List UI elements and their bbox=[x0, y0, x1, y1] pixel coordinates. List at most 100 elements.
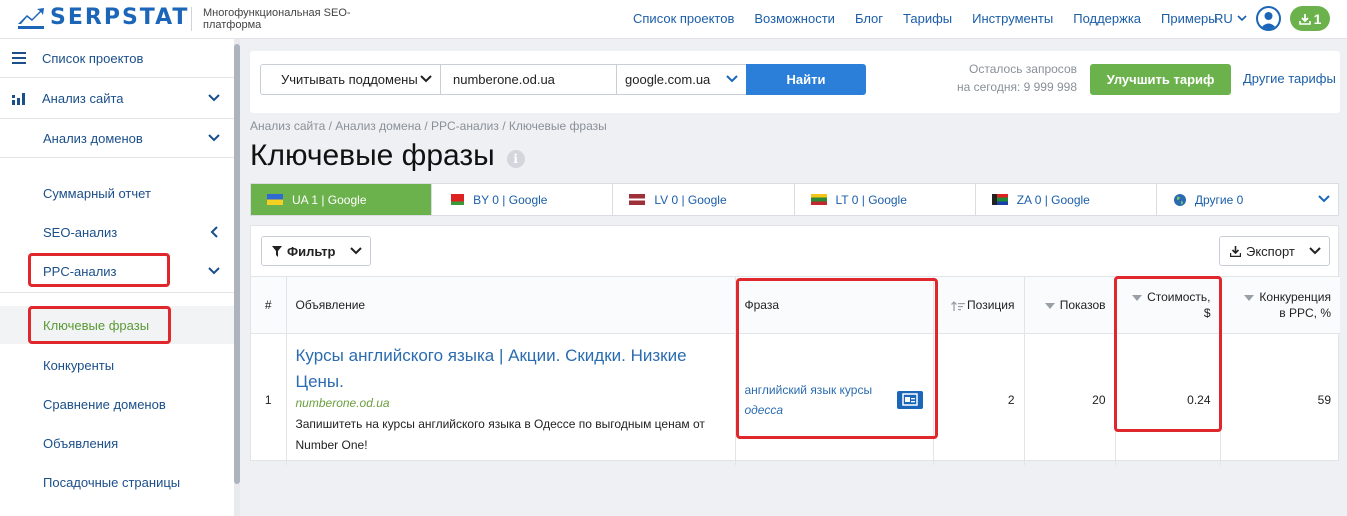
chevron-down-icon bbox=[1237, 15, 1247, 22]
tab-lv[interactable]: LV 0 | Google bbox=[613, 184, 795, 215]
chevron-down-icon bbox=[1318, 195, 1330, 203]
breadcrumb: Анализ сайта / Анализ домена / PPC-анали… bbox=[250, 119, 607, 133]
sidebar-item-projects[interactable]: Список проектов bbox=[0, 48, 234, 68]
flag-by-icon bbox=[448, 194, 465, 205]
col-position-label: Позиция bbox=[967, 298, 1015, 312]
nav-examples[interactable]: Примеры bbox=[1161, 11, 1218, 26]
col-competition[interactable]: Конкуренция в PPC, % bbox=[1220, 276, 1340, 334]
chevron-down-icon bbox=[208, 267, 220, 275]
tab-label: ZA 0 | Google bbox=[1016, 192, 1090, 207]
export-button[interactable]: Экспорт bbox=[1219, 236, 1330, 266]
subdomains-select[interactable]: Учитывать поддомены bbox=[260, 64, 441, 95]
sidebar-item-ads[interactable]: Объявления bbox=[0, 433, 234, 453]
tab-by[interactable]: BY 0 | Google bbox=[432, 184, 614, 215]
cell-competition: 59 bbox=[1220, 333, 1340, 465]
logo-mark-icon bbox=[18, 8, 44, 29]
col-num: # bbox=[251, 276, 287, 334]
analytics-icon bbox=[12, 93, 25, 105]
tab-ua[interactable]: UA 1 | Google bbox=[251, 184, 433, 215]
cell-position: 2 bbox=[933, 333, 1025, 465]
chevron-down-icon bbox=[726, 75, 738, 83]
download-icon bbox=[1298, 13, 1311, 25]
search-engine-value: google.com.ua bbox=[625, 72, 711, 87]
col-competition-label-1: Конкуренция bbox=[1221, 289, 1331, 305]
cell-num: 1 bbox=[251, 333, 287, 465]
subdomains-label: Учитывать поддомены bbox=[281, 72, 418, 87]
downloads-button[interactable]: 1 bbox=[1290, 6, 1330, 31]
sidebar-item-label: Суммарный отчет bbox=[43, 185, 151, 201]
tagline: Многофункциональная SEO-платформа bbox=[203, 7, 351, 31]
divider bbox=[0, 118, 234, 119]
nav-blog[interactable]: Блог bbox=[855, 11, 883, 26]
nav-tools[interactable]: Инструменты bbox=[972, 11, 1053, 26]
serpstat-logo[interactable]: SERPSTAT bbox=[18, 7, 189, 29]
highlight-keywords bbox=[28, 306, 171, 344]
language-selector[interactable]: RU bbox=[1214, 11, 1247, 26]
tab-label: BY 0 | Google bbox=[473, 192, 548, 207]
top-bar: SERPSTAT Многофункциональная SEO-платфор… bbox=[0, 0, 1347, 39]
nav-support[interactable]: Поддержка bbox=[1073, 11, 1141, 26]
col-position[interactable]: Позиция bbox=[933, 276, 1025, 334]
language-label: RU bbox=[1214, 11, 1233, 26]
filter-icon bbox=[272, 245, 282, 257]
search-bar: Учитывать поддомены numberone.od.ua goog… bbox=[250, 51, 1340, 113]
sidebar-item-label: SEO-анализ bbox=[43, 224, 118, 240]
divider bbox=[0, 292, 234, 293]
requests-quota: Осталось запросов на сегодня: 9 999 998 bbox=[936, 60, 1077, 96]
sidebar-item-competitors[interactable]: Конкуренты bbox=[0, 355, 234, 375]
sidebar-item-label: Список проектов bbox=[42, 50, 144, 66]
top-nav: Список проектов Возможности Блог Тарифы … bbox=[633, 11, 1238, 26]
tab-label: LT 0 | Google bbox=[835, 192, 907, 207]
sidebar-item-seo[interactable]: SEO-анализ bbox=[0, 222, 234, 242]
flag-ua-icon bbox=[267, 194, 283, 205]
flag-lt-icon bbox=[810, 194, 827, 205]
flag-za-icon bbox=[991, 194, 1008, 205]
user-avatar[interactable] bbox=[1256, 6, 1281, 31]
page-title: Ключевые фразы i bbox=[250, 139, 525, 173]
sidebar-item-summary[interactable]: Суммарный отчет bbox=[0, 183, 234, 203]
chevron-down-icon bbox=[420, 75, 432, 83]
info-icon[interactable]: i bbox=[506, 150, 525, 168]
user-icon bbox=[1260, 12, 1277, 29]
sort-arrow-icon bbox=[1044, 302, 1055, 309]
search-engine-select[interactable]: google.com.ua bbox=[616, 64, 747, 95]
tab-others[interactable]: Другие 0 bbox=[1157, 184, 1338, 215]
domain-input[interactable]: numberone.od.ua bbox=[440, 64, 617, 95]
ad-description: Запишитеть на курсы английского языка в … bbox=[295, 417, 705, 452]
nav-projects[interactable]: Список проектов bbox=[633, 11, 734, 26]
quota-line-1: Осталось запросов bbox=[969, 62, 1077, 76]
sidebar-item-label: Посадочные страницы bbox=[43, 474, 181, 490]
sidebar-item-label: Объявления bbox=[43, 435, 119, 451]
nav-pricing[interactable]: Тарифы bbox=[903, 11, 952, 26]
downloads-count: 1 bbox=[1313, 10, 1322, 27]
sidebar-item-site-analysis[interactable]: Анализ сайта bbox=[0, 88, 234, 108]
tab-za[interactable]: ZA 0 | Google bbox=[976, 184, 1157, 215]
nav-features[interactable]: Возможности bbox=[754, 11, 835, 26]
competition-header-text: Конкуренция bbox=[1259, 290, 1331, 304]
globe-icon bbox=[1173, 193, 1186, 206]
region-tabs: UA 1 | Google BY 0 | Google LV 0 | Googl… bbox=[250, 183, 1339, 216]
chevron-left-icon bbox=[210, 226, 218, 238]
chevron-down-icon bbox=[1309, 247, 1321, 255]
tab-lt[interactable]: LT 0 | Google bbox=[795, 184, 976, 215]
export-icon bbox=[1230, 245, 1241, 257]
sidebar-item-landing-pages[interactable]: Посадочные страницы bbox=[0, 472, 234, 492]
sidebar-item-label: Анализ доменов bbox=[43, 130, 143, 146]
other-plans-link[interactable]: Другие тарифы bbox=[1243, 71, 1336, 86]
page-title-text: Ключевые фразы bbox=[250, 139, 495, 172]
logo-divider bbox=[191, 7, 192, 31]
divider bbox=[0, 157, 234, 158]
sort-icon bbox=[951, 300, 966, 311]
highlight-cost-column bbox=[1114, 276, 1222, 432]
sidebar-item-label: Сравнение доменов bbox=[43, 396, 166, 412]
tab-label: UA 1 | Google bbox=[292, 192, 367, 207]
find-button[interactable]: Найти bbox=[746, 64, 866, 95]
upgrade-plan-button[interactable]: Улучшить тариф bbox=[1090, 64, 1231, 95]
sidebar-item-compare-domains[interactable]: Сравнение доменов bbox=[0, 394, 234, 414]
sidebar-item-label: Анализ сайта bbox=[42, 90, 124, 106]
menu-icon bbox=[12, 52, 26, 64]
sidebar-item-domain-analysis[interactable]: Анализ доменов bbox=[0, 128, 234, 148]
col-impressions[interactable]: Показов bbox=[1024, 276, 1116, 334]
ad-title-link[interactable]: Курсы английского языка | Акции. Скидки.… bbox=[296, 343, 726, 395]
filter-button[interactable]: Фильтр bbox=[261, 236, 371, 266]
